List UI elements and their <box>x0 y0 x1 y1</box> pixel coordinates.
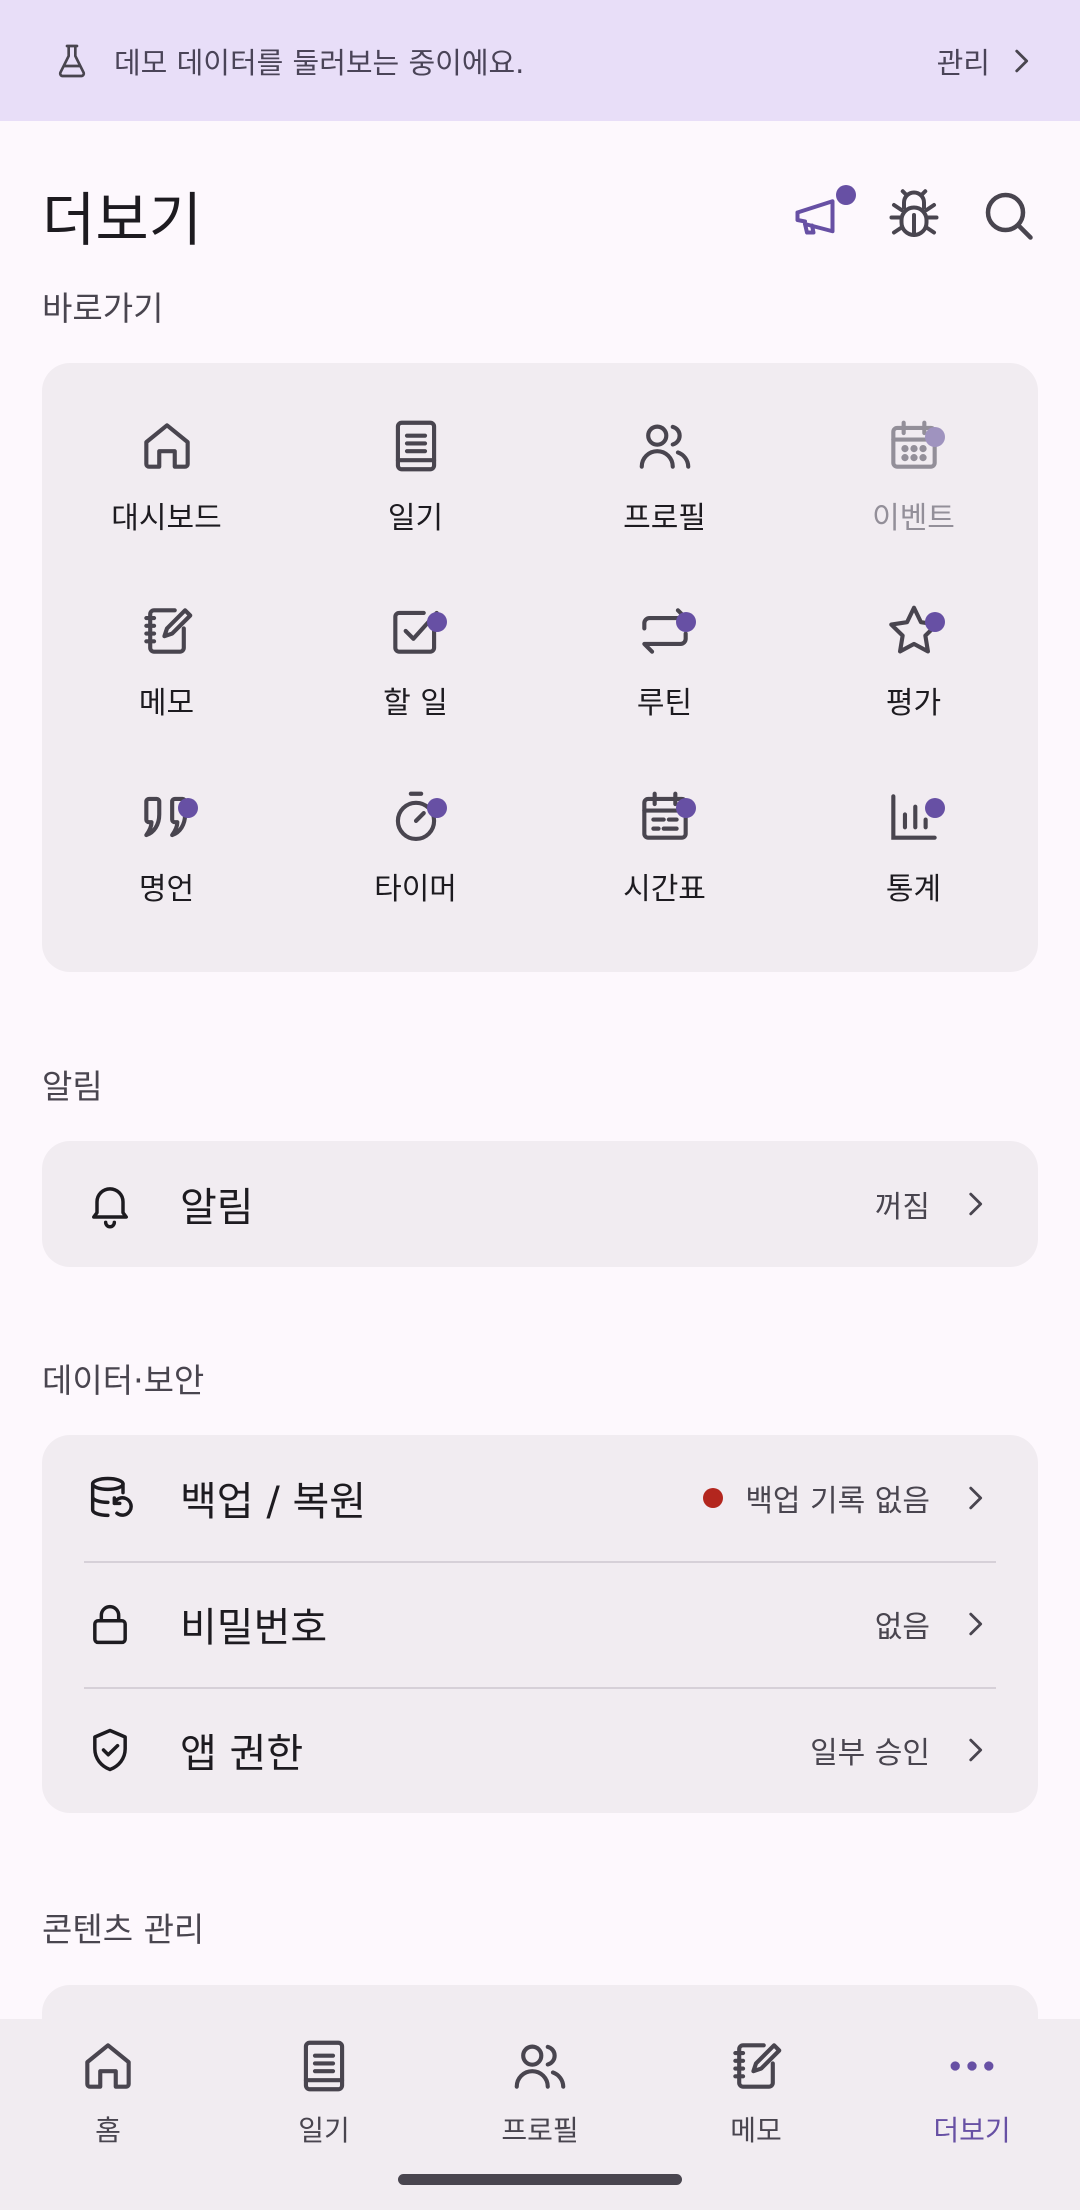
shortcut-timer[interactable]: 타이머 <box>291 754 540 940</box>
nav-label: 메모 <box>730 2114 782 2147</box>
badge-dot <box>426 612 447 633</box>
shortcut-label: 명언 <box>138 872 195 908</box>
row-label: 백업 / 복원 <box>180 1479 367 1525</box>
badge-dot <box>675 612 696 633</box>
page-header: 더보기 <box>0 160 1080 270</box>
shortcuts-grid: 대시보드 일기 프로필 이벤트 메모 할 일 루틴 평가 명언 타이머 시간표 <box>42 363 1038 972</box>
chevron-right-icon <box>969 1738 983 1762</box>
shortcut-label: 루틴 <box>636 686 693 722</box>
shortcut-label: 평가 <box>885 686 942 722</box>
shortcut-label: 시간표 <box>623 872 706 908</box>
book-icon <box>303 2040 345 2092</box>
bell-icon <box>92 1187 128 1229</box>
people-icon <box>514 2044 566 2089</box>
data-security-card: 백업 / 복원 백업 기록 없음 비밀번호 없음 앱 권한 일부 승인 <box>42 1435 1038 1813</box>
people-icon <box>639 424 690 469</box>
nav-label: 홈 <box>95 2114 121 2147</box>
backup-restore-row[interactable]: 백업 / 복원 백업 기록 없음 <box>42 1435 1038 1561</box>
badge-dot <box>426 798 447 819</box>
shortcut-label: 할 일 <box>383 686 448 722</box>
banner-manage-label: 관리 <box>936 45 990 80</box>
status-dot <box>703 1488 724 1508</box>
notifications-row[interactable]: 알림 꺼짐 <box>42 1141 1038 1267</box>
badge-dot <box>924 612 945 633</box>
page-title: 더보기 <box>42 186 203 254</box>
search-icon <box>985 192 1033 240</box>
nav-home[interactable]: 홈 <box>0 2035 216 2210</box>
book-icon <box>395 420 436 472</box>
search-button[interactable] <box>978 185 1038 245</box>
chevron-right-icon <box>969 1192 983 1216</box>
shortcut-label: 메모 <box>138 686 195 722</box>
shortcut-profile[interactable]: 프로필 <box>540 383 789 569</box>
more-icon <box>950 2061 994 2071</box>
home-icon <box>85 2043 131 2089</box>
shortcut-events[interactable]: 이벤트 <box>789 383 1038 569</box>
badge-dot <box>675 798 696 819</box>
banner-manage-button[interactable]: 관리 <box>937 40 1038 82</box>
demo-banner: 데모 데이터를 둘러보는 중이에요. 관리 <box>0 0 1080 121</box>
nav-label: 더보기 <box>933 2114 1011 2147</box>
shortcut-label: 프로필 <box>623 500 706 536</box>
notification-dot <box>836 185 856 205</box>
chevron-right-icon <box>969 1486 983 1510</box>
shortcut-stats[interactable]: 통계 <box>789 754 1038 940</box>
shortcut-quotes[interactable]: 명언 <box>42 754 291 940</box>
announcements-button[interactable] <box>790 185 856 245</box>
notifications-card: 알림 꺼짐 <box>42 1141 1038 1267</box>
flask-icon <box>58 44 86 77</box>
row-value: 백업 기록 없음 <box>703 1476 930 1520</box>
lock-icon <box>93 1604 127 1645</box>
header-actions <box>790 185 1038 245</box>
badge-dot <box>924 426 945 447</box>
section-label-content-management: 콘텐츠 관리 <box>42 1910 205 1949</box>
nav-memo[interactable]: 메모 <box>648 2035 864 2210</box>
shortcut-timetable[interactable]: 시간표 <box>540 754 789 940</box>
row-label: 앱 권한 <box>180 1731 304 1777</box>
row-label: 비밀번호 <box>180 1605 328 1651</box>
shortcut-label: 이벤트 <box>872 500 955 536</box>
section-label-notifications: 알림 <box>42 1067 103 1106</box>
chevron-right-icon <box>1015 49 1029 72</box>
app-permissions-row[interactable]: 앱 권한 일부 승인 <box>42 1687 1038 1813</box>
section-label-data-security: 데이터·보안 <box>42 1361 205 1400</box>
shortcut-label: 타이머 <box>374 872 457 908</box>
shortcut-routine[interactable]: 루틴 <box>540 569 789 755</box>
bug-report-button[interactable] <box>884 185 944 245</box>
shield-check-icon <box>93 1728 127 1772</box>
section-label-shortcuts: 바로가기 <box>42 289 164 328</box>
home-icon <box>143 423 190 469</box>
shortcut-label: 통계 <box>885 872 942 908</box>
shortcut-memo[interactable]: 메모 <box>42 569 291 755</box>
chevron-right-icon <box>969 1612 983 1636</box>
password-row[interactable]: 비밀번호 없음 <box>42 1561 1038 1687</box>
note-icon <box>733 2043 782 2089</box>
row-value: 없음 <box>874 1610 930 1645</box>
shortcut-todo[interactable]: 할 일 <box>291 569 540 755</box>
nav-more[interactable]: 더보기 <box>864 2035 1080 2210</box>
nav-label: 프로필 <box>501 2114 579 2147</box>
row-value-text: 백업 기록 없음 <box>745 1484 930 1519</box>
shortcut-rating[interactable]: 평가 <box>789 569 1038 755</box>
shortcut-dashboard[interactable]: 대시보드 <box>42 383 291 569</box>
badge-dot <box>177 798 198 819</box>
database-restore-icon <box>90 1476 133 1518</box>
banner-text: 데모 데이터를 둘러보는 중이에요. <box>114 45 525 80</box>
home-indicator[interactable] <box>398 2174 682 2185</box>
note-icon <box>143 608 192 655</box>
shortcut-label: 대시보드 <box>111 500 222 536</box>
shortcut-diary[interactable]: 일기 <box>291 383 540 569</box>
bug-icon <box>889 189 939 237</box>
row-label: 알림 <box>180 1185 254 1231</box>
row-value: 일부 승인 <box>810 1736 930 1771</box>
row-value: 꺼짐 <box>874 1190 930 1225</box>
shortcut-label: 일기 <box>387 500 444 536</box>
nav-label: 일기 <box>298 2114 350 2147</box>
badge-dot <box>924 798 945 819</box>
